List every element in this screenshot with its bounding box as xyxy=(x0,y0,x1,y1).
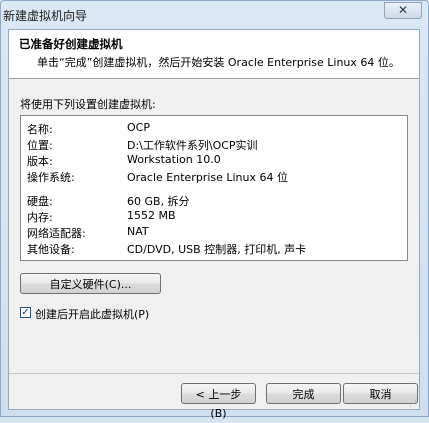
finish-button[interactable]: 完成 xyxy=(266,383,341,404)
summary-key: 网络适配器: xyxy=(27,227,86,240)
summary-row-memory: 内存: 1552 MB xyxy=(27,209,407,225)
summary-value: Oracle Enterprise Linux 64 位 xyxy=(127,171,288,184)
resize-grip-icon[interactable]: ⋰ xyxy=(409,399,419,409)
window-title: 新建虚拟机向导 xyxy=(3,9,88,23)
title-bar: 新建虚拟机向导 ✕ xyxy=(1,1,428,29)
summary-row-os: 操作系统: Oracle Enterprise Linux 64 位 xyxy=(27,169,407,185)
summary-row-version: 版本: Workstation 10.0 xyxy=(27,153,407,169)
back-button[interactable]: < 上一步(B) xyxy=(181,383,256,420)
wizard-client: 已准备好创建虚拟机 单击“完成”创建虚拟机，然后开始安装 Oracle Ente… xyxy=(8,29,420,420)
summary-key: 其他设备: xyxy=(27,243,75,256)
footer-divider xyxy=(9,373,419,374)
page-title: 已准备好创建虚拟机 xyxy=(19,37,123,51)
close-icon: ✕ xyxy=(397,3,409,17)
check-icon: ✓ xyxy=(21,307,30,318)
summary-value: NAT xyxy=(127,225,149,238)
summary-value: 60 GB, 拆分 xyxy=(127,195,190,208)
summary-key: 版本: xyxy=(27,155,53,168)
page-subtitle: 单击“完成”创建虚拟机，然后开始安装 Oracle Enterprise Lin… xyxy=(37,56,400,69)
summary-value: D:\工作软件系列\OCP实训 xyxy=(127,139,258,152)
power-on-label[interactable]: 创建后开启此虚拟机(P) xyxy=(35,306,149,322)
customize-hardware-button[interactable]: 自定义硬件(C)... xyxy=(20,273,161,294)
summary-key: 硬盘: xyxy=(27,195,53,208)
summary-row-disk: 硬盘: 60 GB, 拆分 xyxy=(27,193,407,209)
summary-key: 位置: xyxy=(27,139,53,152)
summary-value: Workstation 10.0 xyxy=(127,153,221,166)
wizard-header: 已准备好创建虚拟机 单击“完成”创建虚拟机，然后开始安装 Oracle Ente… xyxy=(9,30,419,79)
summary-value: 1552 MB xyxy=(127,209,176,222)
settings-intro: 将使用下列设置创建虚拟机: xyxy=(20,98,156,111)
summary-key: 操作系统: xyxy=(27,171,75,184)
summary-value: CD/DVD, USB 控制器, 打印机, 声卡 xyxy=(127,243,307,256)
summary-value: OCP xyxy=(127,121,150,134)
close-button[interactable]: ✕ xyxy=(384,2,422,19)
power-on-checkbox[interactable]: ✓ xyxy=(20,307,31,318)
summary-row-name: 名称: OCP xyxy=(27,121,407,137)
summary-key: 名称: xyxy=(27,123,53,136)
cancel-button[interactable]: 取消 xyxy=(343,383,418,404)
summary-key: 内存: xyxy=(27,211,53,224)
summary-row-network: 网络适配器: NAT xyxy=(27,225,407,241)
wizard-window: 新建虚拟机向导 ✕ 已准备好创建虚拟机 单击“完成”创建虚拟机，然后开始安装 O… xyxy=(0,0,429,420)
settings-summary: 名称: OCP 位置: D:\工作软件系列\OCP实训 版本: Workstat… xyxy=(20,115,408,261)
summary-row-devices: 其他设备: CD/DVD, USB 控制器, 打印机, 声卡 xyxy=(27,241,407,257)
summary-row-location: 位置: D:\工作软件系列\OCP实训 xyxy=(27,137,407,153)
